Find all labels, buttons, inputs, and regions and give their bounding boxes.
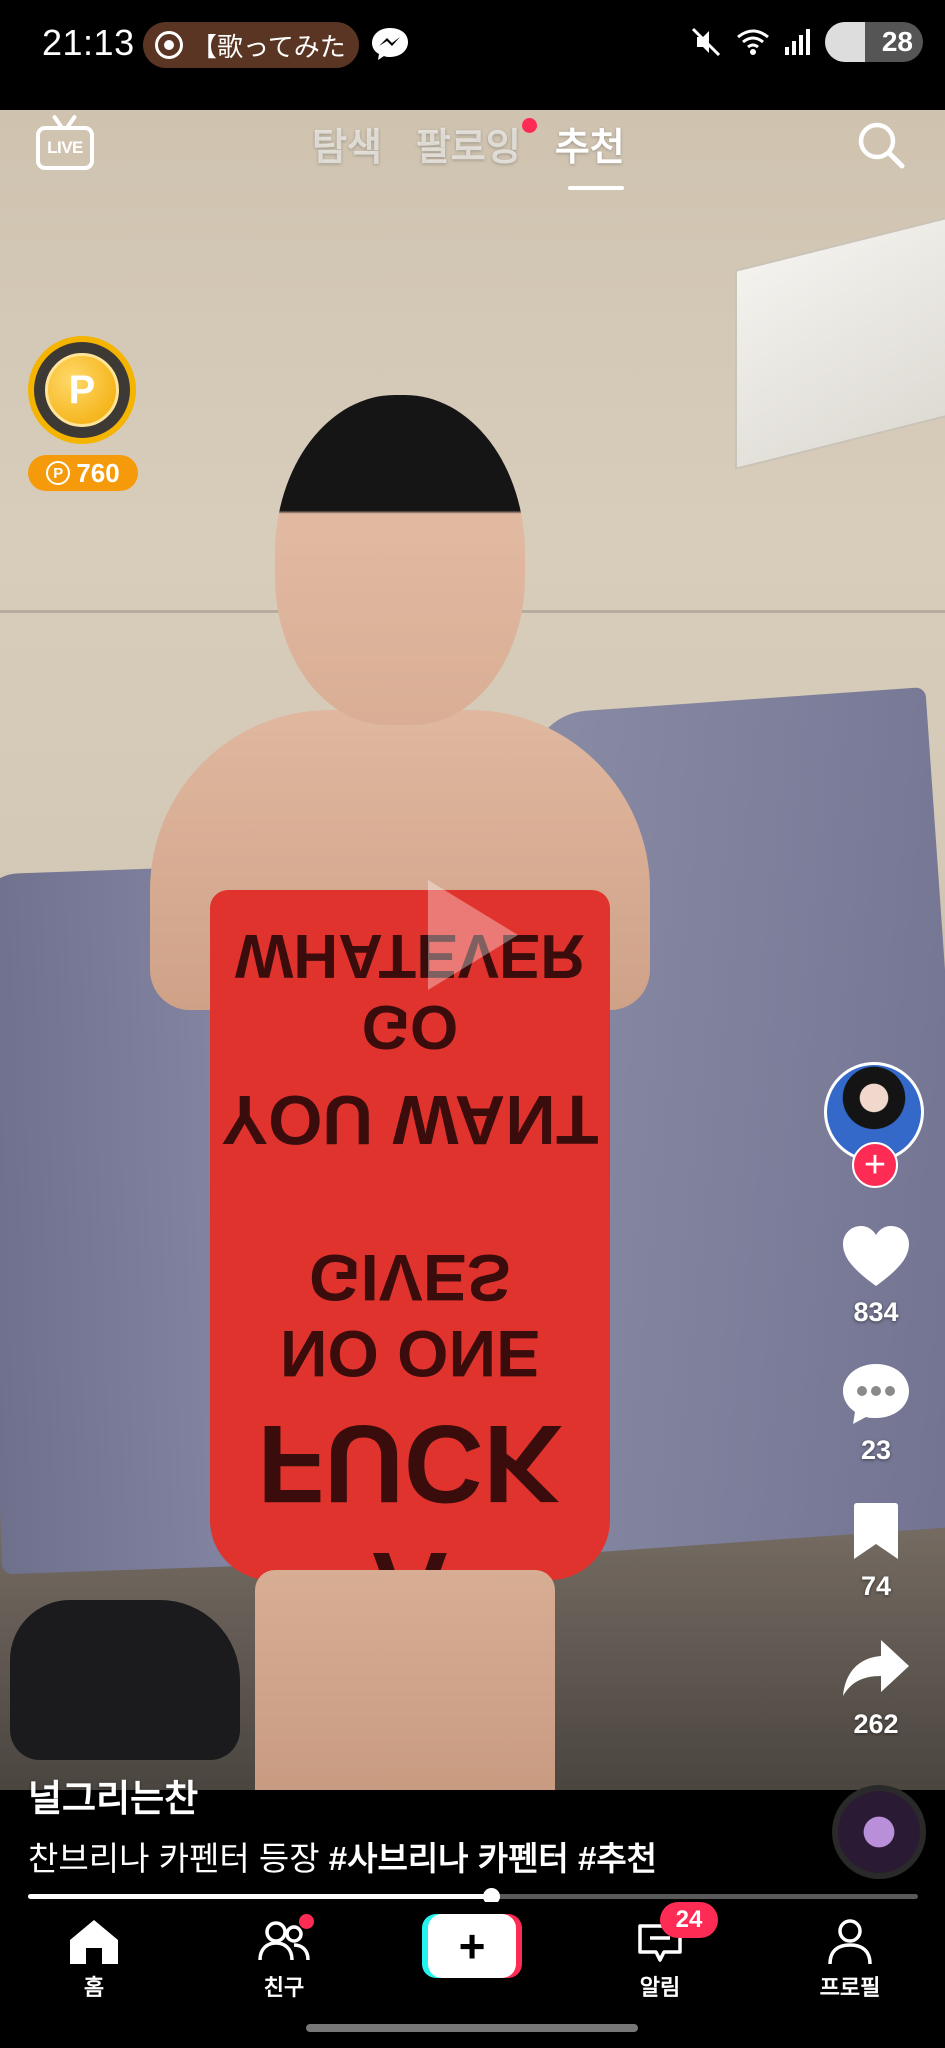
notification-text: 【歌ってみた — [191, 32, 346, 63]
share-button[interactable]: 262 — [820, 1638, 932, 1740]
live-button[interactable]: LIVE — [36, 114, 94, 170]
comment-icon — [843, 1364, 909, 1424]
person-legs — [255, 1570, 555, 1790]
caption-text: 찬브리나 카펜터 등장 — [28, 1840, 329, 1877]
comment-button[interactable]: 23 — [820, 1362, 932, 1466]
red-dress: GO WHATEVER YOU WANT NO ONE GIVES A FUCK — [210, 890, 610, 1580]
live-tv-icon: LIVE — [36, 126, 94, 170]
tab-following[interactable]: 팔로잉 — [416, 116, 537, 171]
tab-for-you[interactable]: 추천 — [555, 116, 625, 171]
sound-disc[interactable] — [832, 1785, 926, 1879]
friends-notification-dot — [299, 1914, 314, 1929]
follow-button[interactable]: + — [852, 1142, 898, 1188]
feed-tabs: 탐색 팔로잉 추천 — [312, 116, 625, 171]
floor-bag — [10, 1600, 240, 1760]
home-icon — [70, 1920, 118, 1964]
bookmark-icon — [854, 1503, 898, 1559]
save-button[interactable]: 74 — [820, 1502, 932, 1602]
creator-username[interactable]: 널그리는찬 — [28, 1768, 198, 1822]
coin-icon: P — [45, 353, 119, 427]
person-head — [275, 395, 525, 725]
profile-icon — [828, 1919, 872, 1965]
share-count: 262 — [853, 1709, 899, 1739]
top-nav: LIVE 탐색 팔로잉 추천 — [0, 110, 945, 200]
dress-line: GO WHATEVER — [234, 921, 586, 1061]
battery-indicator: 28 — [825, 22, 923, 62]
nav-home[interactable]: 홈 — [34, 1916, 154, 2002]
save-count: 74 — [860, 1571, 892, 1601]
status-time: 21:13 — [42, 22, 135, 63]
coin-count: 760 — [76, 457, 120, 488]
dress-line: A FUCK — [257, 1402, 563, 1580]
hashtag[interactable]: #사브리나 카펜터 — [329, 1840, 569, 1877]
active-tab-indicator — [568, 186, 624, 190]
status-icons: 28 — [689, 22, 923, 62]
new-content-dot — [521, 118, 537, 133]
record-icon — [155, 31, 183, 59]
nav-inbox[interactable]: 24 알림 — [600, 1902, 720, 2002]
search-icon[interactable] — [856, 120, 906, 170]
nav-profile[interactable]: 프로필 — [790, 1916, 910, 2002]
status-bar: 21:13 【歌ってみた 28 — [0, 0, 945, 110]
coin-reward-widget[interactable]: P — [28, 336, 136, 444]
dress-line: NO ONE GIVES — [279, 1241, 541, 1391]
progress-fill — [28, 1894, 491, 1899]
plus-icon: + — [428, 1914, 516, 1978]
coin-count-badge[interactable]: P 760 — [28, 455, 138, 491]
play-icon — [428, 880, 518, 990]
ceiling-light — [735, 210, 945, 470]
share-arrow-icon — [843, 1640, 909, 1696]
battery-level: 28 — [881, 26, 913, 57]
wifi-icon — [737, 29, 769, 55]
inbox-badge: 24 — [660, 1902, 718, 1938]
dress-line: YOU WANT — [221, 1081, 599, 1159]
mute-icon — [691, 27, 721, 57]
video-progress-bar[interactable] — [28, 1888, 918, 1905]
heart-icon — [843, 1226, 909, 1286]
messenger-icon — [372, 28, 408, 60]
like-button[interactable]: 834 — [820, 1224, 932, 1328]
comment-count: 23 — [860, 1435, 892, 1465]
hashtag[interactable]: #추천 — [578, 1840, 657, 1877]
video-caption: 찬브리나 카펜터 등장 #사브리나 카펜터 #추천 — [28, 1832, 657, 1880]
recording-notification-pill[interactable]: 【歌ってみた — [143, 22, 359, 68]
signal-icon — [785, 29, 810, 55]
like-count: 834 — [853, 1297, 899, 1327]
tab-explore[interactable]: 탐색 — [312, 116, 382, 171]
nav-friends[interactable]: 친구 — [224, 1914, 344, 2002]
create-button[interactable]: + — [422, 1914, 522, 1978]
home-indicator[interactable] — [306, 2024, 638, 2032]
points-icon: P — [46, 461, 71, 485]
